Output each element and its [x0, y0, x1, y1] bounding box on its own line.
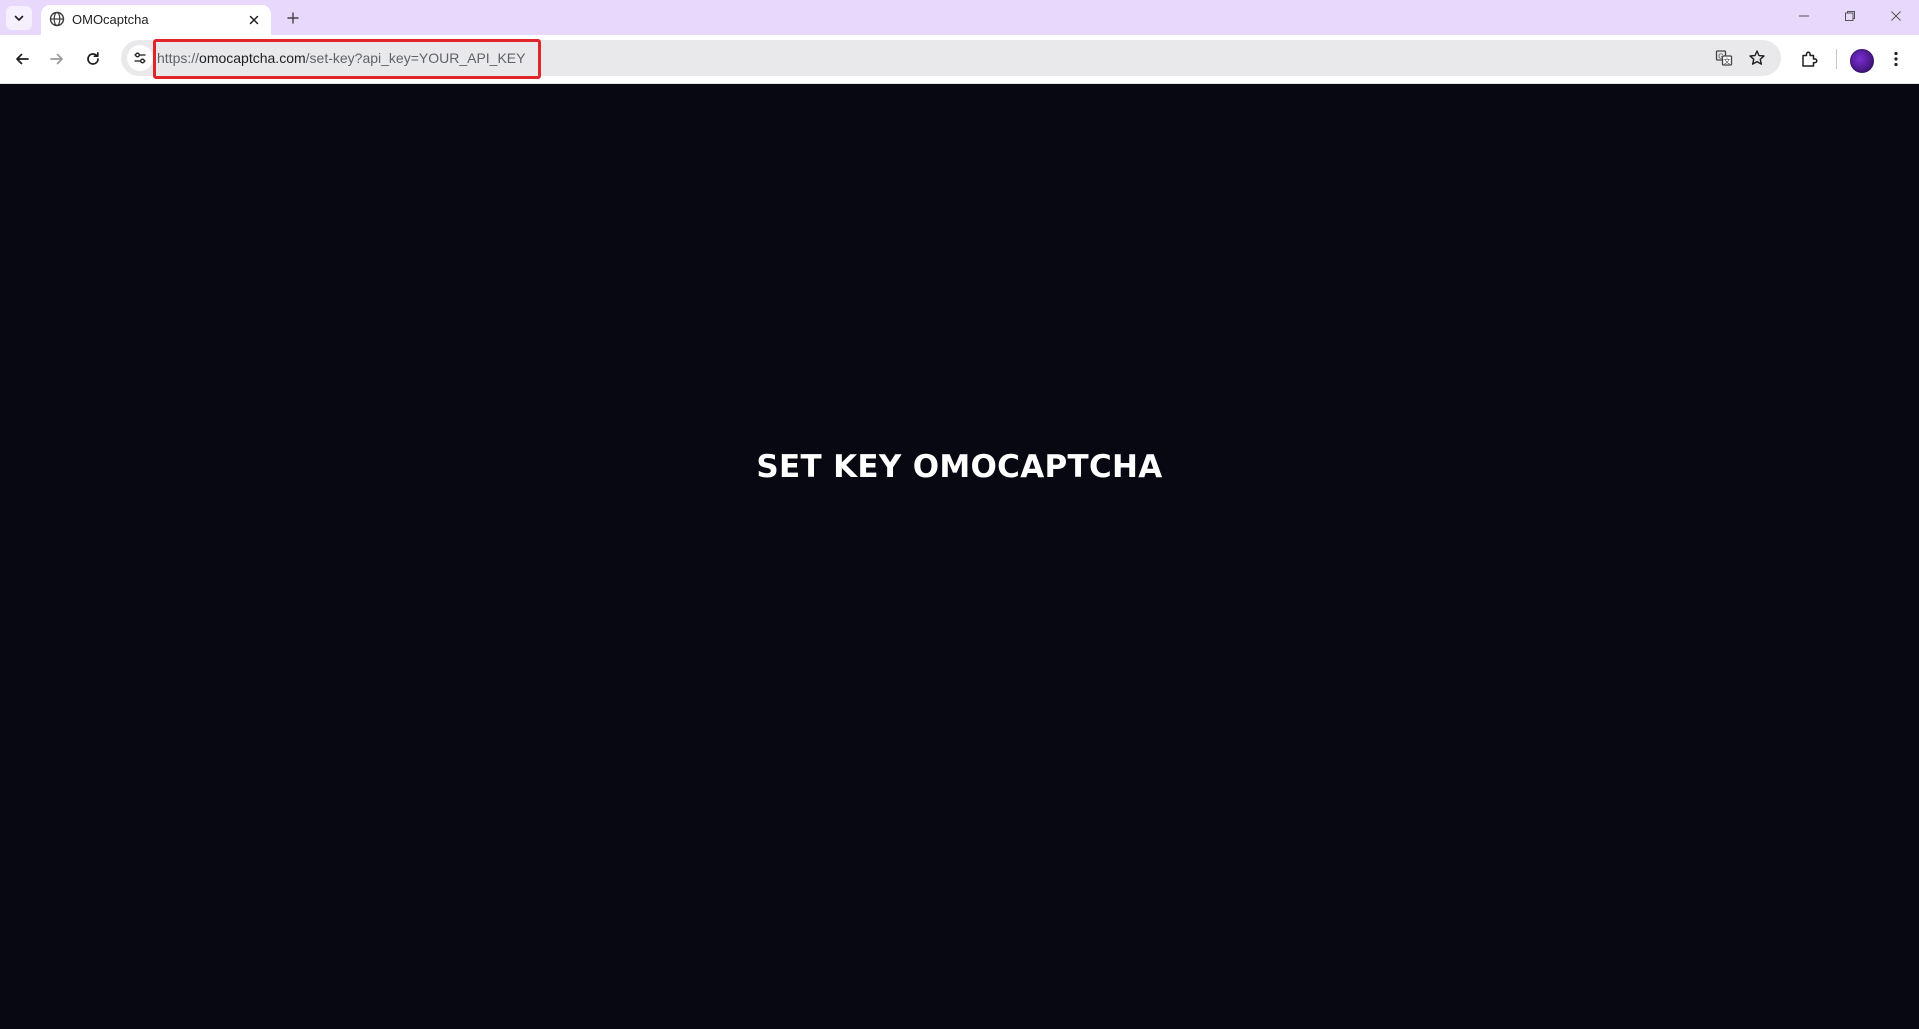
chevron-down-icon — [13, 12, 25, 24]
puzzle-icon — [1800, 50, 1818, 68]
close-tab-button[interactable] — [245, 11, 263, 29]
close-icon — [1890, 10, 1902, 22]
arrow-right-icon — [49, 51, 65, 67]
new-tab-button[interactable] — [281, 6, 305, 30]
browser-toolbar: https://omocaptcha.com/set-key?api_key=Y… — [0, 35, 1919, 84]
url-highlight-box — [153, 39, 541, 79]
tab-strip: OMOcaptcha — [0, 0, 1919, 35]
browser-menu-button[interactable] — [1882, 45, 1910, 73]
star-icon — [1748, 49, 1766, 67]
arrow-left-icon — [14, 51, 30, 67]
bookmark-button[interactable] — [1746, 47, 1768, 69]
svg-text:文: 文 — [1724, 57, 1731, 66]
reload-icon — [85, 51, 101, 67]
back-button[interactable] — [8, 45, 36, 73]
minimize-button[interactable] — [1781, 0, 1827, 32]
toolbar-divider — [1836, 49, 1837, 69]
kebab-menu-icon — [1894, 51, 1898, 67]
page-viewport — [0, 84, 1919, 1029]
tune-icon — [133, 51, 147, 65]
translate-icon: G 文 — [1715, 49, 1733, 67]
close-window-button[interactable] — [1873, 0, 1919, 32]
close-icon — [249, 15, 259, 25]
plus-icon — [287, 12, 299, 24]
restore-button[interactable] — [1827, 0, 1873, 32]
site-info-button[interactable] — [127, 45, 153, 71]
reload-button[interactable] — [79, 45, 107, 73]
browser-tab[interactable]: OMOcaptcha — [41, 5, 271, 35]
profile-avatar[interactable] — [1850, 49, 1874, 73]
restore-icon — [1844, 10, 1856, 22]
tab-search-button[interactable] — [6, 6, 32, 30]
extensions-button[interactable] — [1795, 45, 1823, 73]
forward-button[interactable] — [43, 45, 71, 73]
translate-button[interactable]: G 文 — [1713, 47, 1735, 69]
globe-icon — [49, 11, 65, 27]
page-title: SET KEY OMOCAPTCHA — [756, 449, 1163, 485]
minimize-icon — [1798, 10, 1810, 22]
address-bar[interactable]: https://omocaptcha.com/set-key?api_key=Y… — [121, 39, 1781, 79]
tab-title: OMOcaptcha — [72, 12, 149, 27]
browser-window: OMOcaptcha https://omocaptcha.com/set-ke… — [0, 0, 1919, 1029]
